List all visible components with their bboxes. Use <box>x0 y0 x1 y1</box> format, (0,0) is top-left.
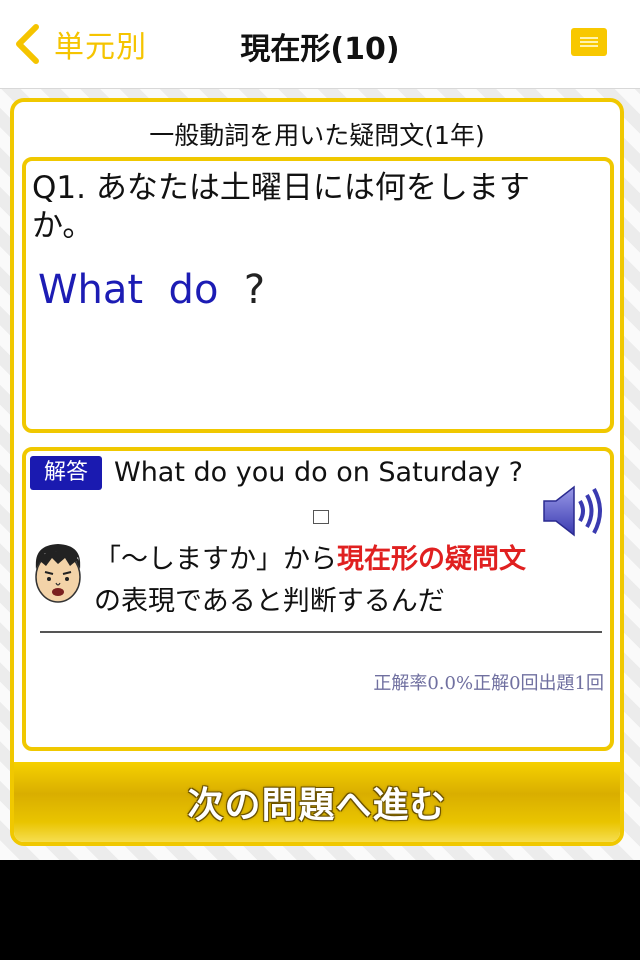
app-screen: 単元別 現在形(10) 一般動詞を用いた疑問文(1年) Q1. あなたは土曜日に… <box>0 0 640 860</box>
answer-word[interactable]: What <box>38 267 143 313</box>
menu-button[interactable] <box>571 28 607 56</box>
quiz-card: 一般動詞を用いた疑問文(1年) Q1. あなたは土曜日には何をしますか。 Wha… <box>10 98 624 846</box>
stats-text: 正解率0.0%正解0回出題1回 <box>373 673 604 694</box>
correct-answer-text: What do you do on Saturday ? <box>114 457 523 488</box>
answer-word[interactable]: do <box>169 267 219 313</box>
answer-box: 解答 What do you do on Saturday ? 「〜しますか」か… <box>22 447 614 751</box>
question-text: Q1. あなたは土曜日には何をしますか。 <box>32 170 530 244</box>
speaker-icon[interactable] <box>542 483 608 539</box>
menu-icon <box>580 41 598 43</box>
next-question-label: 次の問題へ進む <box>187 785 447 826</box>
checkbox[interactable] <box>313 510 329 524</box>
teacher-face-icon <box>35 544 81 603</box>
navigation-bar: 単元別 現在形(10) <box>0 0 640 89</box>
section-title: 一般動詞を用いた疑問文(1年) <box>149 121 485 150</box>
menu-icon <box>580 45 598 47</box>
question-box: Q1. あなたは土曜日には何をしますか。 What do ? <box>22 157 614 433</box>
explanation-post: の表現であると判断するんだ <box>94 586 445 617</box>
answer-badge: 解答 <box>30 456 102 490</box>
user-answer: What do ? <box>38 267 265 313</box>
explanation-text: 「〜しますか」から現在形の疑問文 の表現であると判断するんだ <box>94 539 614 623</box>
explanation-pre: 「〜しますか」から <box>94 544 337 575</box>
next-question-button[interactable]: 次の問題へ進む <box>14 762 620 842</box>
explanation-highlight: 現在形の疑問文 <box>337 544 526 575</box>
answer-end-mark: ? <box>243 267 266 313</box>
bottom-area <box>0 860 640 960</box>
page-title: 現在形(10) <box>240 32 400 67</box>
divider <box>40 631 602 633</box>
menu-icon <box>580 37 598 39</box>
